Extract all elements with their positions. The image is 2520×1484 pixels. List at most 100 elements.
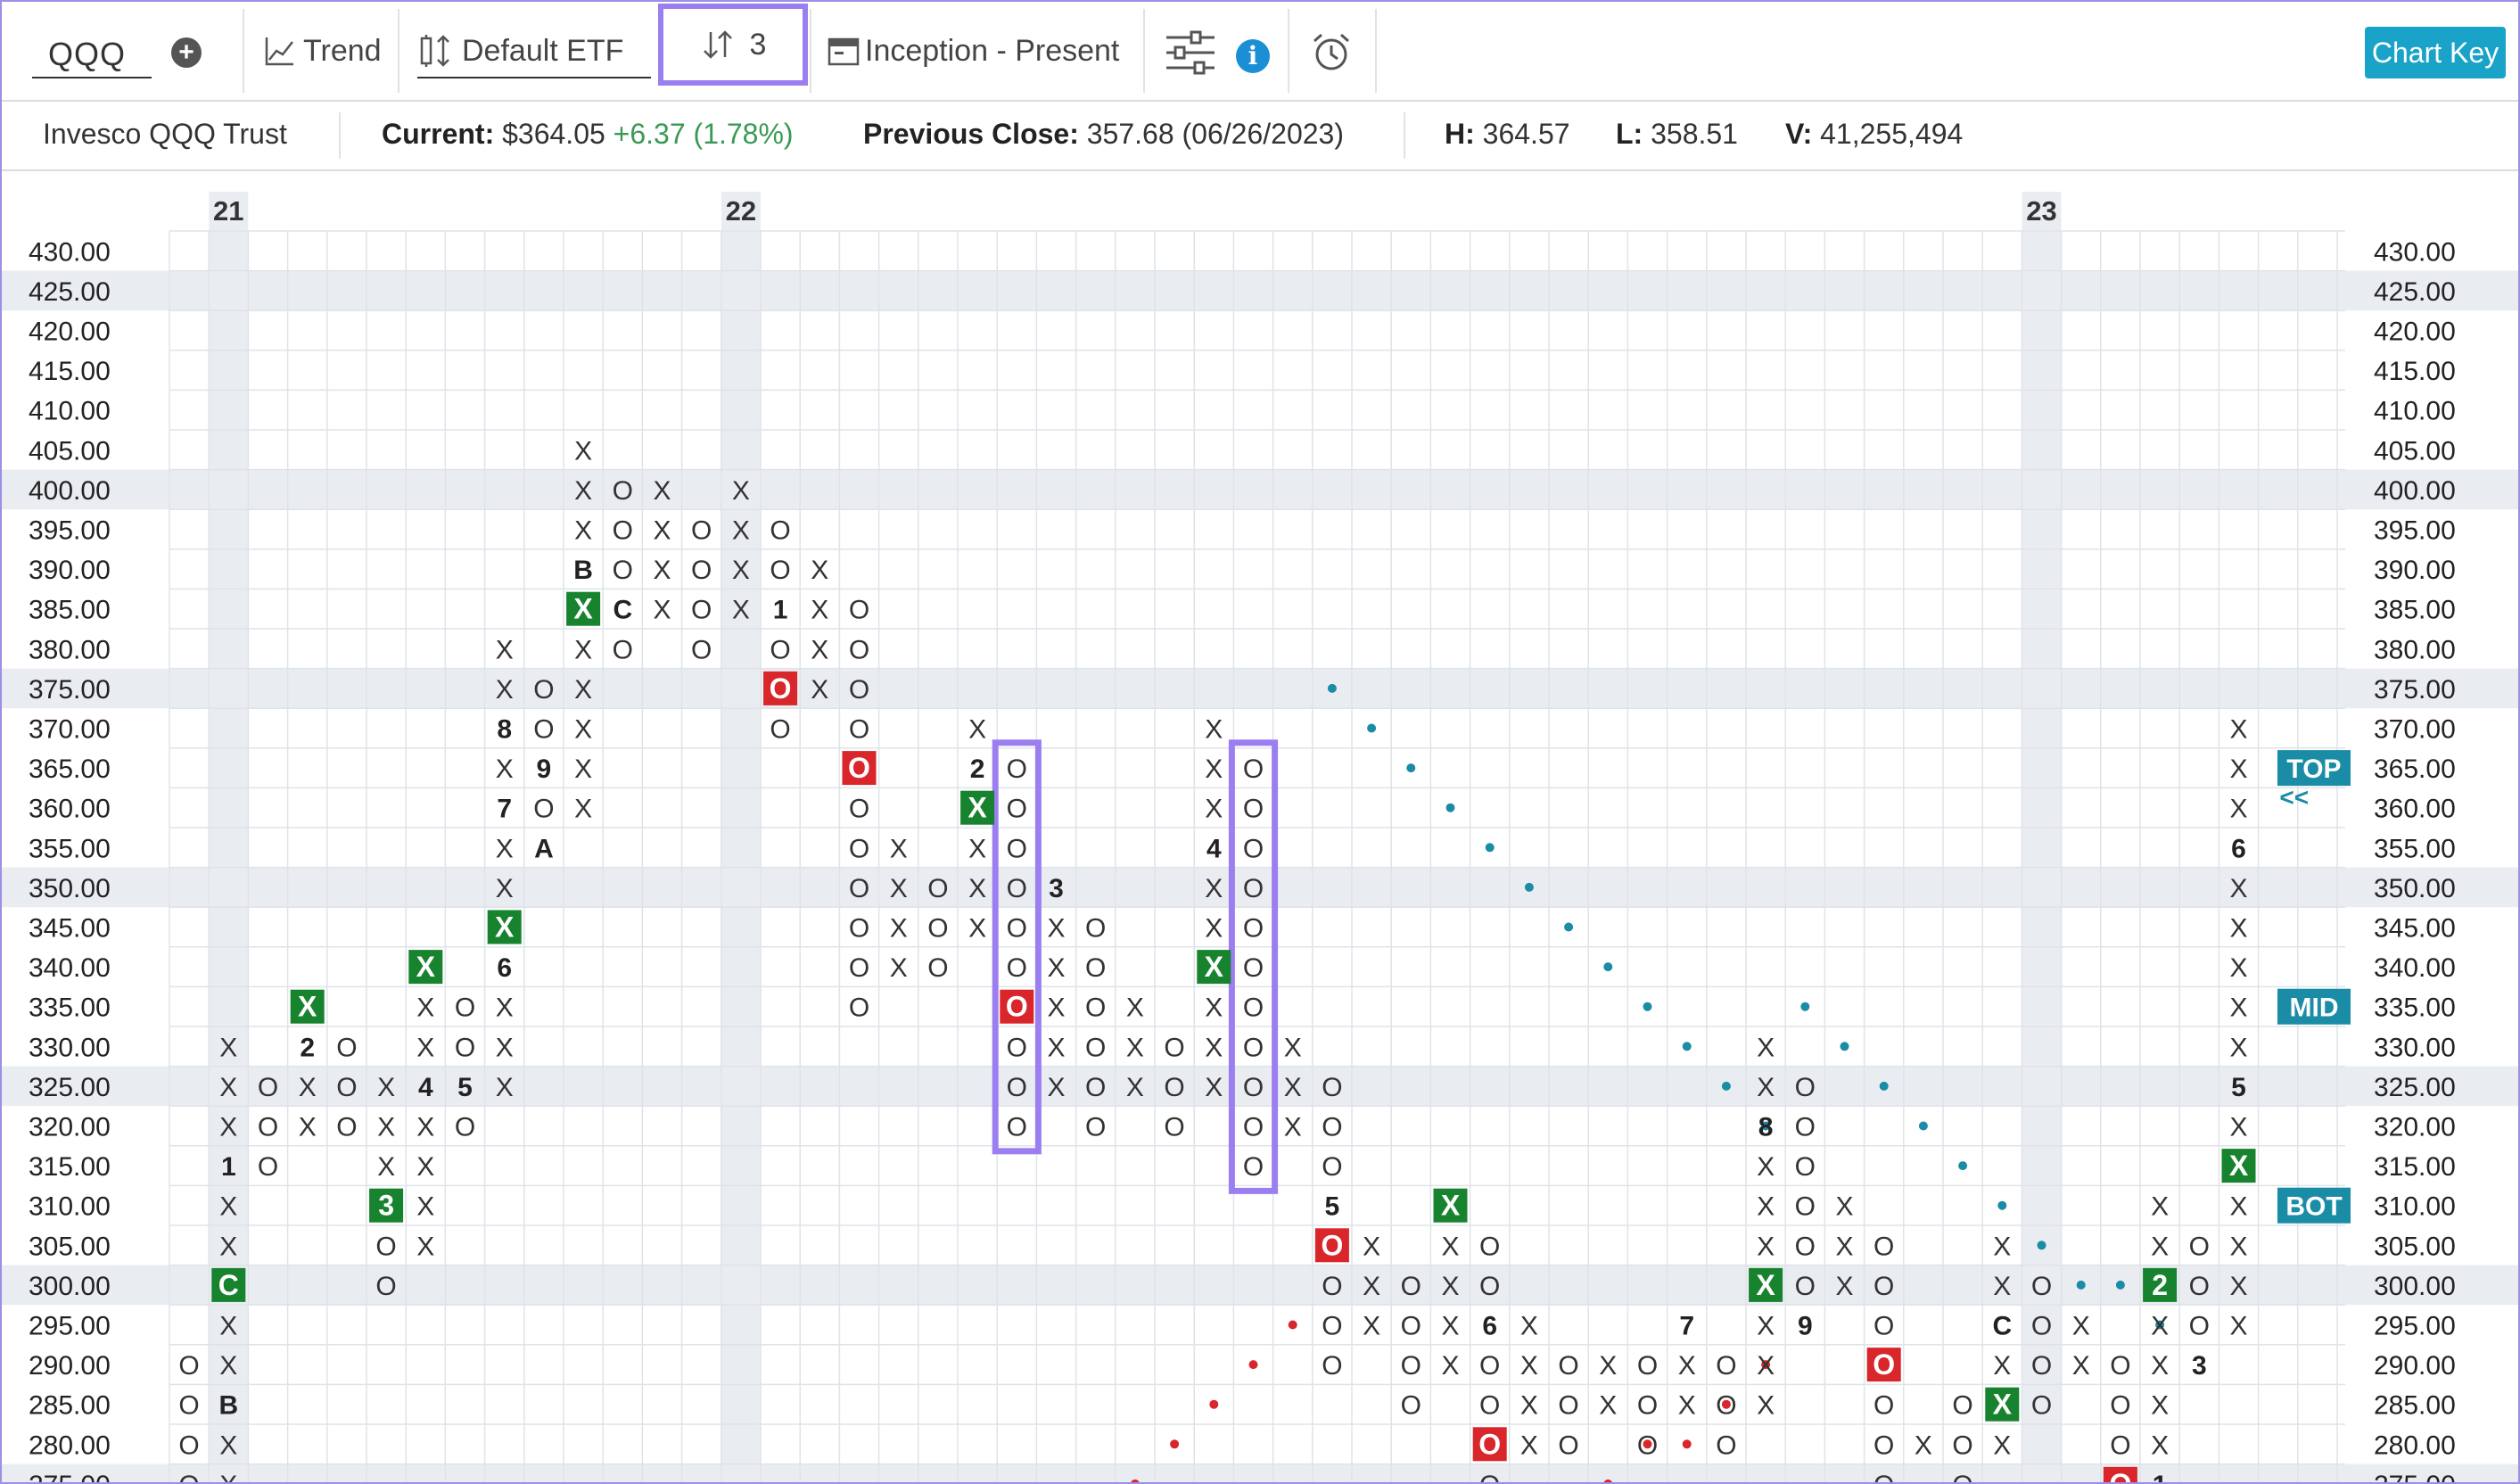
- x-mark: X: [2229, 1192, 2247, 1222]
- resistance-dot: [1524, 882, 1534, 892]
- o-mark: O: [1243, 914, 1264, 944]
- price-label-left: 275.00: [29, 1471, 111, 1482]
- x-mark: X: [2229, 953, 2247, 983]
- high-label: H:: [1445, 118, 1475, 150]
- x-mark: X: [1993, 1351, 2011, 1381]
- volume-value: 41,255,494: [1820, 118, 1964, 150]
- chart-key-button[interactable]: Chart Key: [2365, 27, 2506, 78]
- price-label-left: 400.00: [29, 476, 111, 506]
- high-value: 364.57: [1482, 118, 1570, 150]
- month-marker: 6: [1482, 1312, 1497, 1341]
- o-mark: O: [1401, 1272, 1421, 1301]
- month-marker: 3: [2192, 1351, 2207, 1381]
- signal-mark: X: [416, 951, 436, 983]
- x-mark: X: [2229, 1113, 2247, 1142]
- x-mark: X: [1363, 1232, 1380, 1261]
- o-mark: O: [613, 635, 633, 664]
- x-mark: X: [2072, 1312, 2090, 1341]
- chart-style-select[interactable]: Default ETF: [419, 2, 623, 100]
- x-mark: X: [574, 436, 592, 466]
- resistance-dot: [1445, 803, 1455, 812]
- trend-button[interactable]: Trend: [264, 2, 382, 100]
- x-mark: X: [1757, 1073, 1775, 1102]
- price-label-left: 385.00: [29, 596, 111, 625]
- o-mark: O: [1164, 1113, 1184, 1142]
- o-mark: O: [1716, 1430, 1736, 1460]
- price-label-left: 330.00: [29, 1033, 111, 1062]
- o-mark: O: [258, 1152, 278, 1182]
- o-mark: O: [1007, 834, 1027, 863]
- x-mark: X: [1205, 754, 1223, 784]
- x-mark: X: [1993, 1272, 2011, 1301]
- month-marker: 8: [1758, 1113, 1774, 1142]
- chart-style-label: Default ETF: [462, 33, 624, 68]
- o-mark: O: [1795, 1272, 1816, 1301]
- o-mark: O: [178, 1471, 199, 1482]
- x-mark: X: [653, 516, 671, 546]
- x-mark: X: [732, 516, 750, 546]
- price-label-right: 395.00: [2374, 516, 2456, 546]
- year-label: 22: [726, 195, 756, 227]
- o-mark: O: [849, 715, 869, 745]
- x-mark: X: [1284, 1033, 1302, 1062]
- o-mark: O: [1795, 1232, 1816, 1261]
- x-mark: X: [732, 476, 750, 506]
- symbol-input[interactable]: [46, 34, 148, 75]
- o-mark: O: [1795, 1192, 1816, 1222]
- o-mark: O: [1243, 834, 1264, 863]
- o-mark: O: [1322, 1272, 1342, 1301]
- alarm-clock-icon[interactable]: [1311, 32, 1352, 73]
- x-mark: X: [1757, 1312, 1775, 1341]
- x-mark: X: [496, 635, 514, 664]
- box-size-select[interactable]: 3: [658, 4, 808, 86]
- o-mark: O: [1322, 1073, 1342, 1102]
- o-mark: O: [178, 1391, 199, 1421]
- price-label-left: 320.00: [29, 1113, 111, 1142]
- x-mark: X: [219, 1113, 237, 1142]
- date-range-select[interactable]: Inception - Present: [828, 2, 1119, 100]
- x-mark: X: [574, 675, 592, 705]
- price-label-right: 305.00: [2374, 1232, 2456, 1261]
- month-marker: 5: [1325, 1192, 1340, 1222]
- o-mark: O: [1085, 993, 1106, 1023]
- x-mark: X: [1678, 1391, 1696, 1421]
- x-mark: X: [968, 715, 986, 745]
- x-mark: X: [416, 1152, 434, 1182]
- x-mark: X: [890, 834, 908, 863]
- price-label-left: 305.00: [29, 1232, 111, 1261]
- month-marker: 6: [497, 953, 512, 983]
- signal-mark: X: [495, 911, 515, 944]
- x-mark: X: [2229, 1312, 2247, 1341]
- price-label-right: 385.00: [2374, 596, 2456, 625]
- high-price: H: 364.57: [1445, 118, 1570, 151]
- price-label-left: 370.00: [29, 715, 111, 745]
- resistance-dot: [1327, 683, 1337, 693]
- price-label-right: 275.00: [2374, 1471, 2456, 1482]
- x-mark: X: [811, 556, 828, 585]
- month-marker: 8: [497, 715, 512, 745]
- resistance-dot: [1840, 1042, 1849, 1051]
- month-marker: 5: [457, 1073, 473, 1102]
- o-mark: O: [1637, 1351, 1658, 1381]
- x-mark: X: [416, 1192, 434, 1222]
- x-mark: X: [653, 476, 671, 506]
- x-mark: X: [1835, 1232, 1853, 1261]
- price-label-right: 350.00: [2374, 874, 2456, 903]
- x-mark: X: [2151, 1192, 2169, 1222]
- x-mark: X: [416, 993, 434, 1023]
- price-label-right: 430.00: [2374, 237, 2456, 267]
- x-mark: X: [2229, 754, 2247, 784]
- month-marker: 3: [1049, 874, 1064, 903]
- add-symbol-button[interactable]: +: [171, 37, 202, 68]
- x-mark: X: [2151, 1351, 2169, 1381]
- price-label-right: 355.00: [2374, 834, 2456, 863]
- o-mark: O: [927, 874, 948, 903]
- month-marker: B: [573, 556, 593, 585]
- price-label-right: 290.00: [2374, 1351, 2456, 1381]
- current-price-arrow: <<: [2279, 784, 2309, 812]
- info-icon[interactable]: i: [1236, 39, 1270, 73]
- current-price: Current: $364.05 +6.37 (1.78%): [382, 118, 794, 151]
- settings-sliders-icon[interactable]: [1165, 30, 1216, 75]
- x-mark: X: [1126, 993, 1144, 1023]
- o-mark: O: [1085, 914, 1106, 944]
